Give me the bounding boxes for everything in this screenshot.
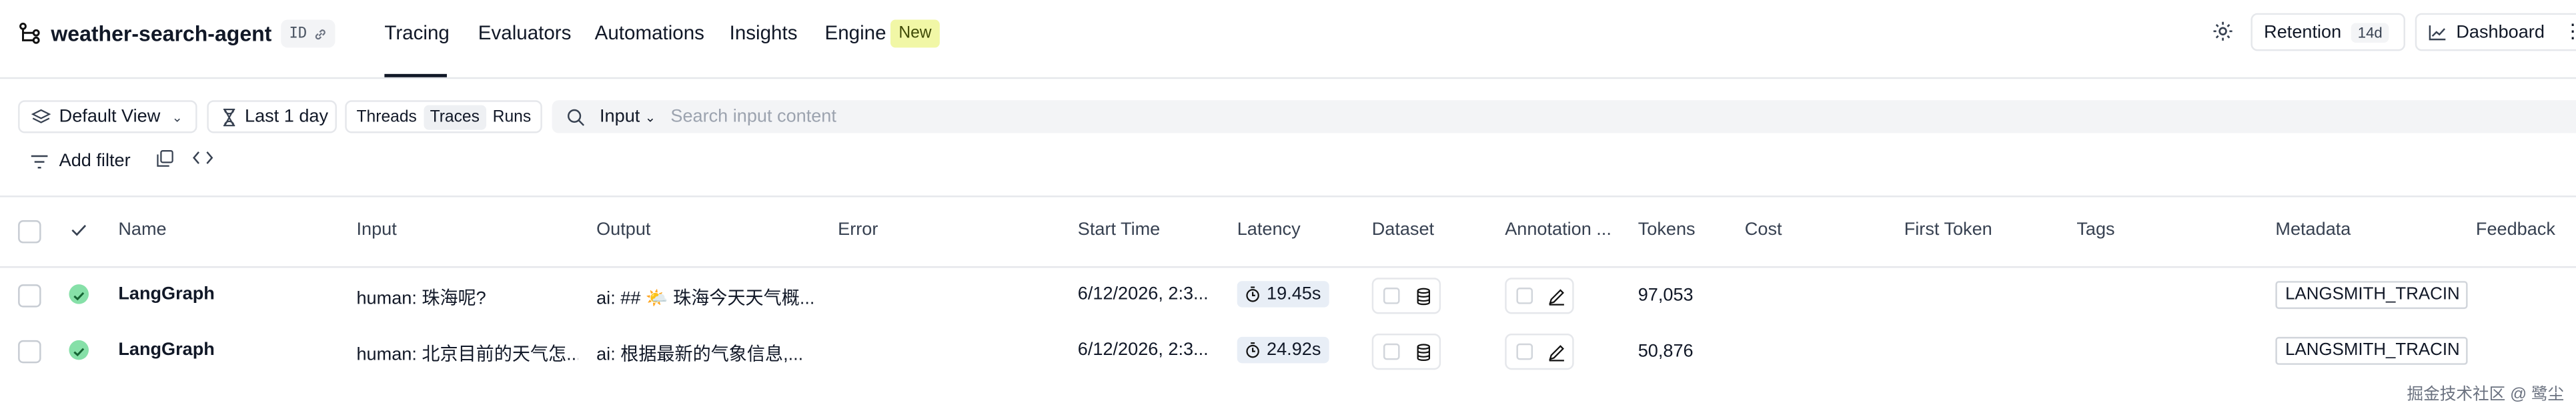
search-bar: Input ⌄ Search input content [552,100,2576,133]
row-checkbox[interactable] [18,340,41,364]
column-header-tokens[interactable]: Tokens [1638,220,1696,240]
search-icon [568,109,585,126]
add-to-dataset-button[interactable] [1371,334,1441,370]
run-type-toggle: Threads Traces Runs [345,100,543,133]
column-header-first-token[interactable]: First Token [1904,220,1992,240]
success-status-icon [69,340,89,360]
column-header-feedback[interactable]: Feedback [2476,220,2555,240]
column-header-latency[interactable]: Latency [1237,220,1301,240]
table-header: Name Input Output Error Start Time Laten… [0,195,2576,268]
column-header-cost[interactable]: Cost [1745,220,1782,240]
chart-line-icon [2429,24,2446,40]
search-field-label: Input [600,107,640,127]
metadata-chip[interactable]: LANGSMITH_TRACIN [2275,281,2468,310]
select-all-checkbox[interactable] [18,220,41,244]
view-selector[interactable]: Default View ⌄ [18,100,197,133]
annotation-checkbox [1516,288,1533,304]
retention-button[interactable]: Retention 14d [2250,13,2405,51]
top-header: weather-search-agent ID Tracing Evaluato… [0,0,2576,79]
view-label: Default View [59,107,161,127]
run-tokens: 50,876 [1638,342,1694,362]
latency-value: 19.45s [1267,284,1321,304]
row-checkbox[interactable] [18,284,41,308]
column-header-tags[interactable]: Tags [2076,220,2114,240]
gear-icon[interactable] [2211,20,2234,43]
database-icon [1417,343,1431,360]
chevron-down-icon: ⌄ [171,109,183,124]
run-tokens: 97,053 [1638,286,1694,306]
more-options-icon[interactable]: ⋮ [2563,20,2576,43]
dataset-checkbox [1383,343,1400,360]
search-field-selector[interactable]: Input ⌄ [600,107,656,127]
dashboard-button[interactable]: Dashboard [2415,13,2576,51]
table-row[interactable]: LangGraph human: 珠海呢? ai: ## 🌤️ 珠海今天天气概.… [0,266,2576,322]
run-input: human: 珠海呢? [356,289,486,310]
project-name: weather-search-agent [51,20,272,45]
add-filter-button[interactable]: Add filter [29,148,131,174]
pen-icon [1549,344,1564,361]
column-header-annotation[interactable]: Annotation ... [1505,220,1612,240]
tab-insights[interactable]: Insights [730,21,798,44]
latency-badge: 19.45s [1237,281,1329,308]
column-header-start-time[interactable]: Start Time [1078,220,1160,240]
metadata-chip[interactable]: LANGSMITH_TRACIN [2275,336,2468,365]
annotate-button[interactable] [1505,278,1574,314]
latency-badge: 24.92s [1237,336,1329,364]
layers-icon [31,109,51,123]
dataset-checkbox [1383,288,1400,304]
project-title: weather-search-agent [18,17,271,49]
retention-value: 14d [2351,22,2389,42]
stopwatch-icon [1246,286,1259,302]
annotate-button[interactable] [1505,334,1574,370]
run-output: ai: ## 🌤️ 珠海今天天气概... [596,289,815,310]
column-header-input[interactable]: Input [356,220,396,240]
check-icon [71,225,87,236]
stopwatch-icon [1246,342,1259,358]
time-range-label: Last 1 day [245,107,329,127]
link-icon [315,28,326,39]
annotation-checkbox [1516,343,1533,360]
tab-evaluators[interactable]: Evaluators [478,21,572,44]
segment-threads[interactable]: Threads [350,104,424,129]
dashboard-label: Dashboard [2456,22,2545,42]
app-window: weather-search-agent ID Tracing Evaluato… [0,0,2576,411]
pen-icon [1549,288,1564,305]
column-header-metadata[interactable]: Metadata [2275,220,2351,240]
watermark-text: 掘金技术社区 @ 鹭尘 [2407,386,2565,404]
column-header-error[interactable]: Error [838,220,878,240]
hourglass-icon [223,107,235,126]
copy-icon[interactable] [156,149,174,167]
success-status-icon [69,284,89,304]
chevron-down-icon: ⌄ [644,109,656,124]
project-id-chip[interactable]: ID [281,19,336,48]
time-range-button[interactable]: Last 1 day [207,100,337,133]
segment-runs[interactable]: Runs [486,104,538,129]
database-icon [1417,287,1431,305]
tab-automations[interactable]: Automations [595,21,704,44]
column-header-output[interactable]: Output [596,220,650,240]
table-row[interactable]: LangGraph human: 北京目前的天气怎... ai: 根据最新的气象… [0,322,2576,378]
run-start-time: 6/12/2026, 2:3... [1077,284,1209,304]
run-start-time: 6/12/2026, 2:3... [1077,340,1209,360]
tab-engine[interactable]: Engine [824,21,886,44]
search-input[interactable]: Search input content [670,107,836,127]
segment-traces[interactable]: Traces [423,104,486,129]
project-tree-icon [19,22,40,44]
run-name[interactable]: LangGraph [118,284,215,304]
id-label: ID [289,25,307,42]
run-name[interactable]: LangGraph [118,340,215,360]
tab-tracing[interactable]: Tracing [384,21,449,44]
run-input: human: 北京目前的天气怎... [356,345,579,365]
code-icon[interactable] [192,149,213,166]
active-tab-indicator [384,73,447,77]
add-to-dataset-button[interactable] [1371,278,1441,314]
column-header-name[interactable]: Name [118,220,166,240]
new-badge: New [890,19,940,48]
add-filter-label: Add filter [59,151,131,171]
filter-lines-icon [31,154,48,168]
retention-label: Retention [2264,22,2342,42]
latency-value: 24.92s [1267,340,1321,360]
column-header-dataset[interactable]: Dataset [1372,220,1434,240]
run-output: ai: 根据最新的气象信息,... [596,345,804,365]
